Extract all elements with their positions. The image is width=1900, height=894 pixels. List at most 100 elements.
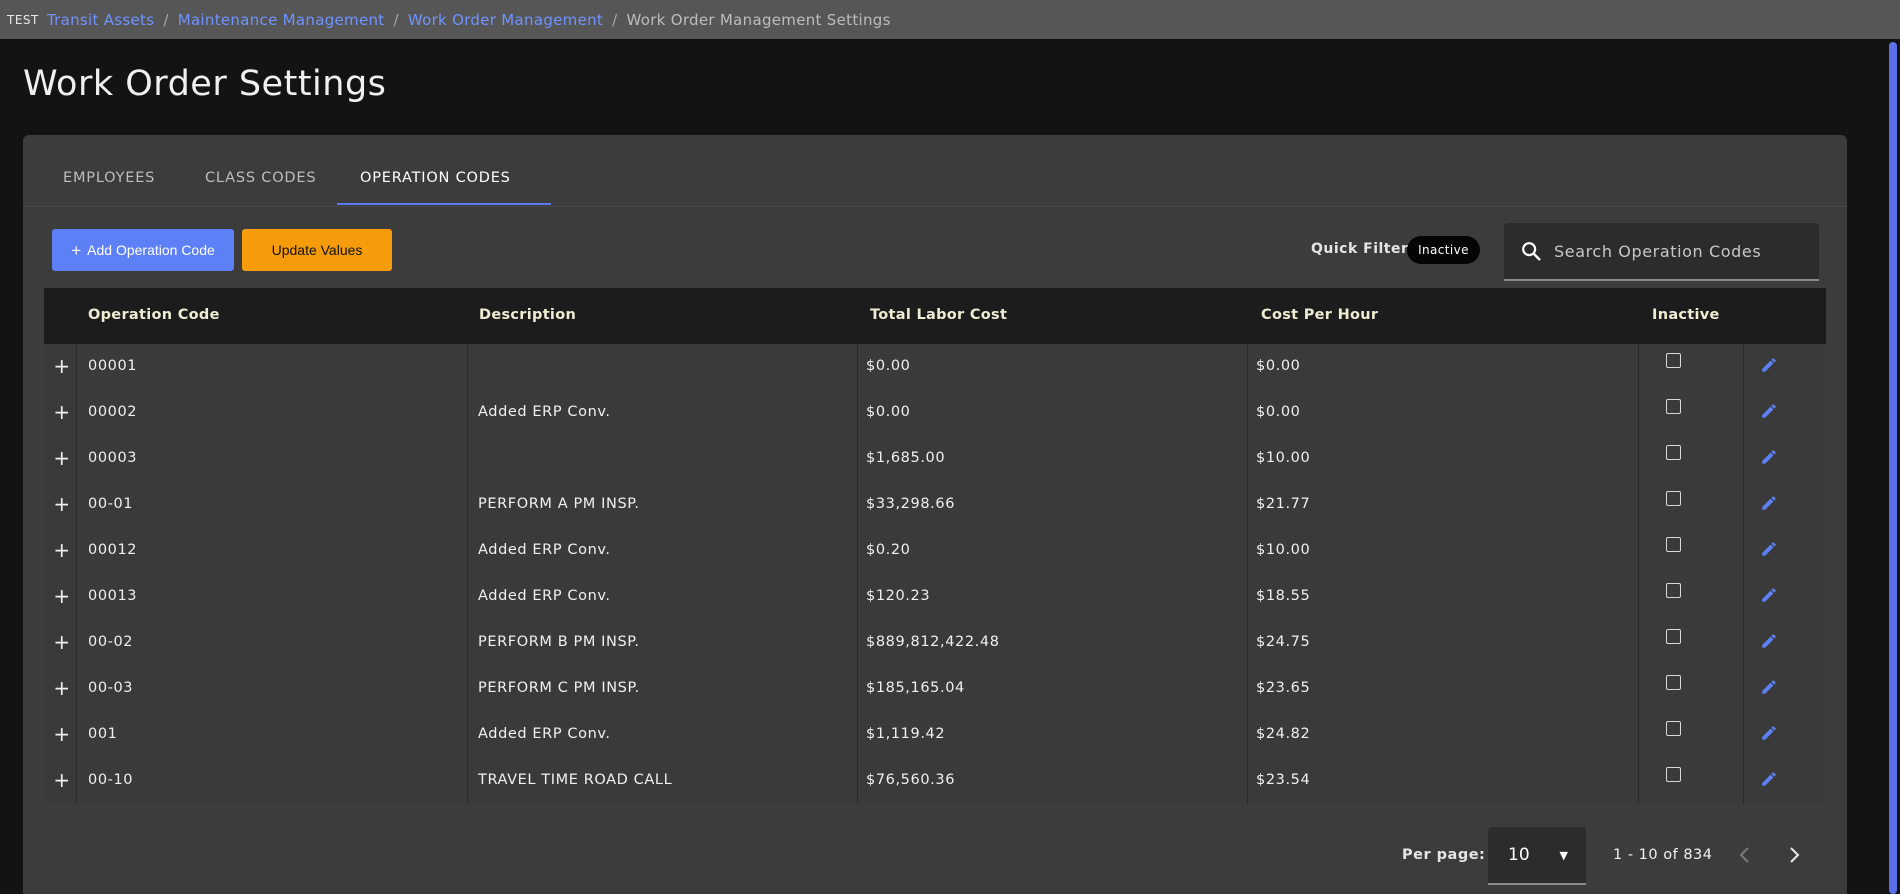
inactive-checkbox[interactable] [1666, 537, 1681, 552]
expand-row-icon[interactable]: + [52, 768, 72, 792]
cell-cost-per-hour: $0.00 [1256, 404, 1301, 420]
breadcrumb-separator: / [393, 10, 399, 29]
per-page-label: Per page: [1402, 847, 1486, 863]
expand-row-icon[interactable]: + [52, 400, 72, 424]
cell-operation-code: 00-02 [88, 634, 134, 650]
pencil-icon[interactable] [1760, 448, 1778, 466]
table-body: + 00001 $0.00 $0.00 + 00002 Added ERP Co… [44, 344, 1826, 804]
cell-operation-code: 00012 [88, 542, 138, 558]
inactive-checkbox[interactable] [1666, 767, 1681, 782]
cell-cost-per-hour: $21.77 [1256, 496, 1311, 512]
column-header-operation-code[interactable]: Operation Code [88, 307, 220, 323]
cell-total-labor-cost: $889,812,422.48 [866, 634, 1000, 650]
caret-down-icon: ▼ [1559, 849, 1568, 862]
column-header-inactive[interactable]: Inactive [1652, 307, 1720, 323]
cell-cost-per-hour: $23.54 [1256, 772, 1311, 788]
table-row: + 001 Added ERP Conv. $1,119.42 $24.82 [44, 712, 1826, 758]
plus-icon: + [71, 240, 82, 260]
tab-employees[interactable]: EMPLOYEES [63, 170, 155, 186]
pencil-icon[interactable] [1760, 724, 1778, 742]
breadcrumb-transit-assets[interactable]: Transit Assets [47, 11, 154, 29]
cell-operation-code: 00002 [88, 404, 138, 420]
inactive-checkbox[interactable] [1666, 353, 1681, 368]
expand-row-icon[interactable]: + [52, 584, 72, 608]
pencil-icon[interactable] [1760, 632, 1778, 650]
cell-operation-code: 00-01 [88, 496, 134, 512]
inactive-checkbox[interactable] [1666, 721, 1681, 736]
inactive-checkbox[interactable] [1666, 491, 1681, 506]
inactive-checkbox[interactable] [1666, 445, 1681, 460]
pencil-icon[interactable] [1760, 586, 1778, 604]
pencil-icon[interactable] [1760, 540, 1778, 558]
cell-total-labor-cost: $120.23 [866, 588, 931, 604]
cell-description: PERFORM C PM INSP. [478, 680, 640, 696]
inactive-checkbox[interactable] [1666, 675, 1681, 690]
expand-row-icon[interactable]: + [52, 446, 72, 470]
inactive-checkbox[interactable] [1666, 399, 1681, 414]
tab-class-codes[interactable]: CLASS CODES [205, 170, 316, 186]
active-tab-indicator [337, 203, 551, 205]
cell-description: Added ERP Conv. [478, 542, 611, 558]
cell-cost-per-hour: $18.55 [1256, 588, 1311, 604]
breadcrumb-work-order-management[interactable]: Work Order Management [408, 11, 603, 29]
pencil-icon[interactable] [1760, 678, 1778, 696]
cell-operation-code: 00001 [88, 358, 138, 374]
inactive-checkbox[interactable] [1666, 629, 1681, 644]
cell-description: PERFORM B PM INSP. [478, 634, 640, 650]
cell-cost-per-hour: $10.00 [1256, 450, 1311, 466]
page-scrollbar-thumb[interactable] [1889, 42, 1897, 894]
cell-operation-code: 00013 [88, 588, 138, 604]
expand-row-icon[interactable]: + [52, 354, 72, 378]
update-values-button[interactable]: Update Values [242, 229, 392, 271]
search-box[interactable] [1504, 223, 1819, 281]
expand-row-icon[interactable]: + [52, 492, 72, 516]
table-row: + 00002 Added ERP Conv. $0.00 $0.00 [44, 390, 1826, 436]
cell-total-labor-cost: $185,165.04 [866, 680, 965, 696]
quick-filter-inactive-chip[interactable]: Inactive [1407, 236, 1480, 264]
cell-cost-per-hour: $24.82 [1256, 726, 1311, 742]
cell-total-labor-cost: $0.00 [866, 404, 911, 420]
tab-bar: EMPLOYEES CLASS CODES OPERATION CODES [23, 135, 1847, 207]
cell-total-labor-cost: $0.00 [866, 358, 911, 374]
cell-operation-code: 00003 [88, 450, 138, 466]
add-operation-code-label: Add Operation Code [87, 242, 215, 258]
table-row: + 00012 Added ERP Conv. $0.20 $10.00 [44, 528, 1826, 574]
column-header-total-labor-cost[interactable]: Total Labor Cost [870, 307, 1007, 323]
per-page-value: 10 [1508, 845, 1530, 865]
table-row: + 00-02 PERFORM B PM INSP. $889,812,422.… [44, 620, 1826, 666]
column-header-description[interactable]: Description [479, 307, 576, 323]
pencil-icon[interactable] [1760, 494, 1778, 512]
cell-cost-per-hour: $10.00 [1256, 542, 1311, 558]
table-row: + 00-01 PERFORM A PM INSP. $33,298.66 $2… [44, 482, 1826, 528]
expand-row-icon[interactable]: + [52, 676, 72, 700]
settings-card: EMPLOYEES CLASS CODES OPERATION CODES + … [23, 135, 1847, 894]
table-row: + 00001 $0.00 $0.00 [44, 344, 1826, 390]
chevron-right-icon[interactable] [1785, 844, 1803, 866]
per-page-select[interactable]: 10 ▼ [1488, 827, 1586, 885]
pencil-icon[interactable] [1760, 402, 1778, 420]
table-row: + 00-10 TRAVEL TIME ROAD CALL $76,560.36… [44, 758, 1826, 804]
cell-operation-code: 001 [88, 726, 118, 742]
tab-operation-codes[interactable]: OPERATION CODES [360, 170, 511, 186]
cell-total-labor-cost: $1,119.42 [866, 726, 946, 742]
add-operation-code-button[interactable]: + Add Operation Code [52, 229, 234, 271]
expand-row-icon[interactable]: + [52, 722, 72, 746]
column-header-cost-per-hour[interactable]: Cost Per Hour [1261, 307, 1378, 323]
pagination-range: 1 - 10 of 834 [1613, 847, 1713, 863]
cell-description: Added ERP Conv. [478, 726, 611, 742]
cell-cost-per-hour: $23.65 [1256, 680, 1311, 696]
operation-codes-table: Operation Code Description Total Labor C… [44, 288, 1826, 804]
chevron-left-icon[interactable] [1736, 844, 1754, 866]
search-input[interactable] [1554, 241, 1794, 261]
cell-description: PERFORM A PM INSP. [478, 496, 640, 512]
pencil-icon[interactable] [1760, 770, 1778, 788]
pencil-icon[interactable] [1760, 356, 1778, 374]
expand-row-icon[interactable]: + [52, 538, 72, 562]
cell-total-labor-cost: $1,685.00 [866, 450, 946, 466]
table-row: + 00-03 PERFORM C PM INSP. $185,165.04 $… [44, 666, 1826, 712]
inactive-checkbox[interactable] [1666, 583, 1681, 598]
cell-total-labor-cost: $0.20 [866, 542, 911, 558]
page-title: Work Order Settings [23, 64, 387, 104]
breadcrumb-maintenance-management[interactable]: Maintenance Management [178, 11, 385, 29]
expand-row-icon[interactable]: + [52, 630, 72, 654]
